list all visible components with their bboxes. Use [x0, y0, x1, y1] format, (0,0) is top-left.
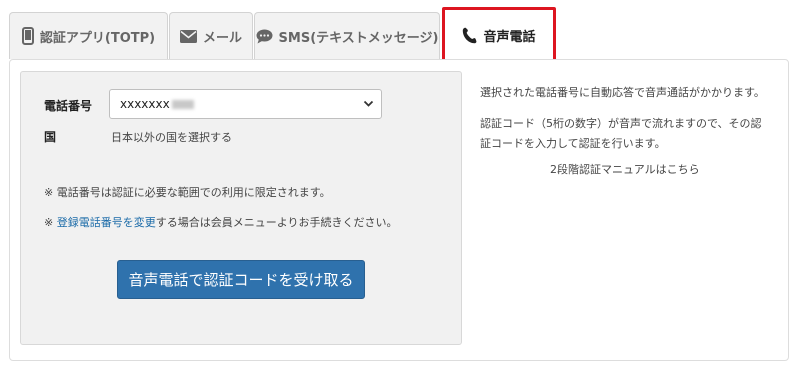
tab-voice-call[interactable]: 音声電話: [442, 7, 556, 63]
tab-label: SMS(テキストメッセージ): [278, 30, 439, 46]
tab-label: 音声電話: [483, 29, 536, 45]
tab-email[interactable]: メール: [169, 12, 253, 59]
tab-label: 認証アプリ(TOTP): [39, 30, 156, 46]
change-registered-number-link[interactable]: 登録電話番号を変更: [57, 216, 156, 229]
phone-number-value: xxxxxxx: [120, 97, 170, 111]
description-line-2: 認証コード（5桁の数字）が音声で流れますので、その認: [480, 117, 762, 130]
phone-icon: [462, 27, 477, 44]
tab-label: メール: [202, 30, 242, 46]
country-label: 国: [44, 130, 57, 144]
phone-usage-note: ※ 電話番号は認証に必要な範囲での利用に限定されます。: [44, 186, 331, 199]
change-number-note: ※ 登録電話番号を変更する場合は会員メニューよりお手続きください。: [44, 214, 398, 230]
description-line-3: 証コードを入力して認証を行います。: [480, 137, 666, 150]
note-suffix: する場合は会員メニューよりお手続きください。: [155, 216, 398, 229]
envelope-icon: [179, 29, 197, 43]
chevron-down-icon: [363, 98, 374, 112]
phone-number-select[interactable]: xxxxxxx: [109, 89, 382, 119]
tab-totp[interactable]: 認証アプリ(TOTP): [9, 12, 168, 59]
auth-method-tabs: 認証アプリ(TOTP) メール SMS(テキストメッセージ) 音声電話: [0, 0, 800, 64]
chat-bubble-icon: [256, 29, 273, 44]
description-line-1: 選択された電話番号に自動応答で音声通話がかかります。: [480, 86, 765, 99]
select-other-country-link[interactable]: 日本以外の国を選択する: [111, 129, 232, 145]
note-prefix: ※: [44, 216, 57, 229]
two-factor-manual-link[interactable]: 2段階認証マニュアルはこちら: [550, 161, 700, 177]
phone-number-label: 電話番号: [44, 99, 93, 113]
mobile-icon: [21, 27, 34, 45]
receive-code-by-voice-button[interactable]: 音声電話で認証コードを受け取る: [117, 260, 365, 299]
masked-digits: [171, 100, 194, 109]
tab-sms[interactable]: SMS(テキストメッセージ): [254, 12, 440, 59]
